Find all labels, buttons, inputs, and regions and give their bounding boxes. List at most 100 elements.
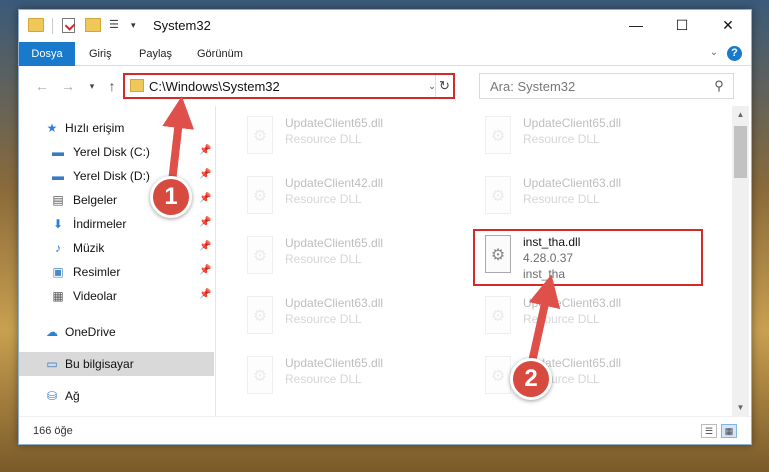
help-icon[interactable]: ? <box>727 46 742 61</box>
list-item[interactable]: ⚙ UpdateClient65.dll Resource DLL <box>237 234 447 282</box>
file-description: Resource DLL <box>285 312 362 326</box>
new-folder-icon[interactable] <box>85 18 101 32</box>
pin-icon[interactable]: 📌 <box>199 265 211 276</box>
list-item[interactable]: ⚙ inst_tha.dll 4.28.0.37 inst_tha <box>475 233 685 281</box>
minimize-button[interactable]: — <box>613 10 659 40</box>
dll-file-icon: ⚙ <box>481 116 515 156</box>
dll-file-icon: ⚙ <box>243 356 277 396</box>
file-name: UpdateClient65.dll <box>285 116 384 130</box>
file-name: UpdateClient65.dll <box>285 236 384 250</box>
tiles-view-icon[interactable]: ▦ <box>721 424 737 438</box>
star-icon: ★ <box>46 121 58 135</box>
dll-file-icon: ⚙ <box>481 176 515 216</box>
expand-ribbon-chevron-icon[interactable]: ⌄ <box>707 46 721 60</box>
title-bar: ☰ ▾ System32 — ☐ ✕ <box>19 10 751 42</box>
tab-home[interactable]: Giriş <box>81 42 120 66</box>
list-item[interactable]: ⚙ UpdateClient63.dll Resource DLL <box>475 174 685 222</box>
navigation-pane: ★ Hızlı erişim ▬ Yerel Disk (C:) 📌 ▬ Yer… <box>19 106 216 416</box>
tab-share[interactable]: Paylaş <box>131 42 180 66</box>
recent-locations-chevron-icon[interactable]: ▾ <box>83 77 101 95</box>
sidebar-item-label: Ağ <box>65 389 80 403</box>
dll-file-icon: ⚙ <box>243 176 277 216</box>
sidebar-item-downloads[interactable]: ⬇ İndirmeler 📌 <box>19 212 214 236</box>
file-description: Resource DLL <box>285 132 362 146</box>
list-item[interactable]: ⚙ UpdateClient63.dll Resource DLL <box>475 294 685 342</box>
customize-toolbar-chevron-down-icon[interactable]: ▾ <box>131 18 141 32</box>
file-version: 4.28.0.37 <box>523 251 574 265</box>
search-icon[interactable]: ⚲ <box>711 78 727 94</box>
sidebar-item-label: OneDrive <box>65 325 116 339</box>
file-description: Resource DLL <box>523 312 600 326</box>
address-path[interactable]: C:\Windows\System32 <box>149 79 280 94</box>
documents-icon: ▤ <box>52 193 64 207</box>
status-bar: 166 öğe ☰ ▦ <box>19 416 751 444</box>
window-title: System32 <box>153 18 211 33</box>
drive-icon: ▬ <box>52 145 64 159</box>
forward-arrow-icon[interactable]: → <box>59 77 77 95</box>
up-arrow-icon[interactable]: ↑ <box>103 77 121 95</box>
network-icon: ⛁ <box>46 389 58 403</box>
music-icon: ♪ <box>55 241 61 255</box>
sidebar-item-videos[interactable]: ▦ Videolar 📌 <box>19 284 214 308</box>
scroll-down-icon[interactable]: ▼ <box>732 399 749 416</box>
back-arrow-icon[interactable]: ← <box>33 77 51 95</box>
list-item[interactable]: ⚙ UpdateClient63.dll Resource DLL <box>237 294 447 342</box>
toolbar-divider <box>52 18 53 34</box>
file-description: Resource DLL <box>285 252 362 266</box>
list-item[interactable]: ⚙ UpdateClient65.dll Resource DLL <box>475 354 685 402</box>
search-placeholder: Ara: System32 <box>490 79 576 94</box>
scroll-up-icon[interactable]: ▲ <box>732 106 749 123</box>
sidebar-item-onedrive[interactable]: ☁ OneDrive <box>19 320 214 344</box>
list-item[interactable]: ⚙ UpdateClient65.dll Resource DLL <box>237 114 447 162</box>
file-name: UpdateClient42.dll <box>285 176 384 190</box>
address-bar[interactable]: C:\Windows\System32 ⌄ ↻ <box>123 73 455 99</box>
pin-icon[interactable]: 📌 <box>199 193 211 204</box>
sidebar-item-quick-access[interactable]: ★ Hızlı erişim <box>19 116 214 140</box>
file-name: UpdateClient63.dll <box>523 296 622 310</box>
file-description: Resource DLL <box>523 132 600 146</box>
properties-icon[interactable] <box>62 18 75 33</box>
item-count: 166 öğe <box>33 425 73 437</box>
file-list: ⚙ UpdateClient65.dll Resource DLL ⚙ Upda… <box>217 106 732 416</box>
dll-file-icon: ⚙ <box>243 236 277 276</box>
list-item[interactable]: ⚙ UpdateClient65.dll Resource DLL <box>475 114 685 162</box>
details-view-icon[interactable]: ☰ <box>701 424 717 438</box>
pin-icon[interactable]: 📌 <box>199 289 211 300</box>
file-name: UpdateClient63.dll <box>285 296 384 310</box>
step-1-badge: 1 <box>150 176 192 218</box>
vertical-scrollbar[interactable]: ▲ ▼ <box>732 106 749 416</box>
list-item[interactable]: ⚙ UpdateClient42.dll Resource DLL <box>237 174 447 222</box>
view-icon[interactable]: ☰ <box>109 18 123 32</box>
pin-icon[interactable]: 📌 <box>199 241 211 252</box>
folder-icon[interactable] <box>28 18 44 32</box>
sidebar-item-music[interactable]: ♪ Müzik 📌 <box>19 236 214 260</box>
ribbon-tabs: Dosya Giriş Paylaş Görünüm ⌄ ? <box>19 42 751 66</box>
scrollbar-thumb[interactable] <box>734 126 747 178</box>
search-input[interactable]: Ara: System32 ⚲ <box>479 73 734 99</box>
file-description: Resource DLL <box>523 192 600 206</box>
file-description: inst_tha <box>523 267 566 281</box>
tab-view[interactable]: Görünüm <box>189 42 251 66</box>
tab-file[interactable]: Dosya <box>19 42 75 66</box>
close-button[interactable]: ✕ <box>705 10 751 40</box>
file-description: Resource DLL <box>285 192 362 206</box>
refresh-icon[interactable]: ↻ <box>435 75 453 97</box>
sidebar-item-label: Belgeler <box>73 193 118 207</box>
pin-icon[interactable]: 📌 <box>199 169 211 180</box>
sidebar-item-label: Müzik <box>73 241 105 255</box>
sidebar-item-local-disk-c[interactable]: ▬ Yerel Disk (C:) 📌 <box>19 140 214 164</box>
maximize-button[interactable]: ☐ <box>659 10 705 40</box>
sidebar-item-pictures[interactable]: ▣ Resimler 📌 <box>19 260 214 284</box>
file-name: UpdateClient65.dll <box>285 356 384 370</box>
sidebar-item-label: Hızlı erişim <box>65 121 125 135</box>
sidebar-item-label: Bu bilgisayar <box>65 357 134 371</box>
highlighted-file-item[interactable]: ⚙ inst_tha.dll 4.28.0.37 inst_tha <box>473 229 703 286</box>
dll-file-icon: ⚙ <box>481 296 515 336</box>
dll-file-icon: ⚙ <box>243 296 277 336</box>
sidebar-item-this-pc[interactable]: ▭ Bu bilgisayar <box>19 352 214 376</box>
pin-icon[interactable]: 📌 <box>199 217 211 228</box>
sidebar-item-network[interactable]: ⛁ Ağ <box>19 384 214 408</box>
list-item[interactable]: ⚙ UpdateClient65.dll Resource DLL <box>237 354 447 402</box>
file-name: inst_tha.dll <box>523 235 581 249</box>
pin-icon[interactable]: 📌 <box>199 145 211 156</box>
